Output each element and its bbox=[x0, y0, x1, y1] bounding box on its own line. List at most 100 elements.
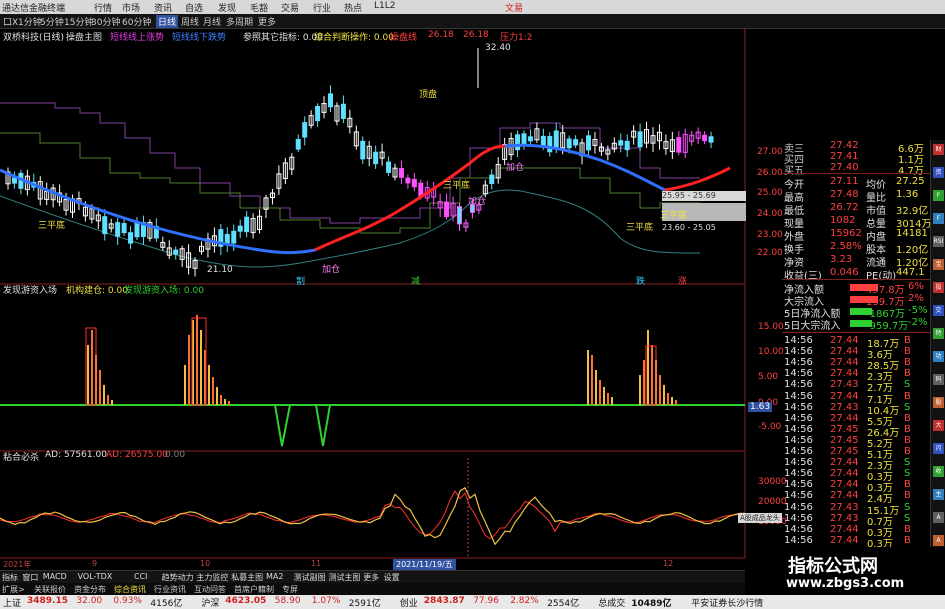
extension-tab[interactable]: 关联报价 bbox=[34, 584, 66, 595]
extension-tab[interactable]: 资金分布 bbox=[74, 584, 106, 595]
side-icon[interactable]: 收 bbox=[933, 466, 944, 477]
chart-canvas[interactable] bbox=[0, 28, 750, 570]
side-icon[interactable]: A bbox=[933, 535, 944, 546]
menu-item[interactable]: L1L2 bbox=[374, 1, 395, 11]
candle-body bbox=[527, 136, 533, 142]
tab-month[interactable]: 月线 bbox=[203, 15, 221, 28]
stock-title: 双桥科技(日线) bbox=[3, 33, 65, 43]
side-icon[interactable]: 交 bbox=[933, 305, 944, 316]
tab-multi[interactable]: 多周期 bbox=[226, 15, 253, 28]
main-legend: 双桥科技(日线) 操盘主图 短线线上涨势 短线线下跌势 参照其它指标: 0.00… bbox=[0, 30, 745, 43]
menu-item[interactable]: 发现 bbox=[218, 1, 236, 14]
tab-30min[interactable]: 30分钟 bbox=[91, 15, 120, 28]
legend-item[interactable]: 发现游资入场 bbox=[3, 283, 57, 296]
period-tabs: 口X 1分钟 5分钟 15分钟 30分钟 60分钟 日线 周线 月线 多周期 更… bbox=[0, 14, 945, 29]
divider bbox=[782, 173, 930, 174]
side-icon[interactable]: F bbox=[933, 190, 944, 201]
tab-60min[interactable]: 60分钟 bbox=[122, 15, 151, 28]
side-icon[interactable]: 宝 bbox=[933, 259, 944, 270]
candle-body bbox=[360, 140, 366, 160]
signal-label: 加仓 bbox=[322, 265, 341, 275]
menu-item[interactable]: 市场 bbox=[122, 1, 140, 14]
candle-body bbox=[515, 134, 521, 151]
side-icon-bar: 财资FFRSI宝投交特功码股大闪收主AAA bbox=[930, 140, 945, 580]
side-icon[interactable]: 资 bbox=[933, 167, 944, 178]
indicator-name[interactable]: 操盘主图 bbox=[66, 30, 102, 43]
x-label: 11 bbox=[311, 559, 322, 568]
indicator-tab[interactable]: VOL-TDX bbox=[78, 572, 113, 581]
side-icon[interactable]: 股 bbox=[933, 397, 944, 408]
indicator-tab[interactable]: 窗口 bbox=[22, 572, 38, 583]
tab-1min[interactable]: 1分钟 bbox=[18, 15, 42, 28]
side-icon[interactable]: 码 bbox=[933, 374, 944, 385]
candle-body bbox=[340, 103, 346, 119]
menu-item[interactable]: 行业 bbox=[313, 1, 331, 14]
candle-body bbox=[411, 178, 417, 188]
indicator-tab[interactable]: 私募主图 bbox=[231, 572, 263, 583]
side-icon[interactable]: 大 bbox=[933, 420, 944, 431]
tab-week[interactable]: 周线 bbox=[181, 15, 199, 28]
candle-body bbox=[521, 133, 527, 145]
indicator-tab[interactable]: CCI bbox=[134, 572, 148, 581]
menu-item[interactable]: 行情 bbox=[94, 1, 112, 14]
side-icon[interactable]: A bbox=[933, 512, 944, 523]
status-item: 1.07% bbox=[311, 596, 341, 606]
side-icon[interactable]: 功 bbox=[933, 351, 944, 362]
status-item: 总成交 bbox=[598, 599, 626, 609]
sub1-legend: 发现游资入场 机构建仓: 0.00 发现游资入场: 0.00 bbox=[0, 283, 745, 296]
status-item: 创业 bbox=[399, 599, 418, 609]
watermark-title: 指标公式网 bbox=[788, 556, 878, 577]
extension-tab[interactable]: 专屏 bbox=[282, 584, 298, 595]
side-icon[interactable]: 财 bbox=[933, 144, 944, 155]
indicator-tab[interactable]: 主力监控 bbox=[196, 572, 228, 583]
indicator-tab[interactable]: 设置 bbox=[384, 572, 400, 583]
menu-item[interactable]: 自选 bbox=[185, 1, 203, 14]
status-item: 0.93% bbox=[113, 596, 142, 606]
extension-tab[interactable]: 行业资讯 bbox=[154, 584, 186, 595]
status-item: 沪深 bbox=[201, 599, 220, 609]
candle-body bbox=[489, 174, 495, 184]
high-price-label: 32.40 bbox=[485, 43, 511, 53]
menu-item[interactable]: 文易 bbox=[505, 1, 523, 14]
indicator-tab[interactable]: MA2 bbox=[266, 572, 283, 581]
tab-day[interactable]: 日线 bbox=[156, 15, 179, 28]
extension-tab[interactable]: 扩展> bbox=[2, 584, 25, 595]
indicator-tab[interactable]: MACD bbox=[43, 572, 67, 581]
tab-more[interactable]: 更多 bbox=[258, 15, 276, 28]
candle-body bbox=[444, 201, 450, 218]
flow-row: 5日大宗流入 -959.7万 -2% bbox=[784, 317, 928, 332]
candle-body bbox=[566, 138, 572, 149]
menu-item[interactable]: 交易 bbox=[281, 1, 299, 14]
menu-item[interactable]: 毛豁 bbox=[250, 1, 268, 14]
indicator-tab[interactable]: 测试副图 bbox=[294, 572, 326, 583]
low-price-label: 21.10 bbox=[207, 265, 233, 275]
side-icon[interactable]: 主 bbox=[933, 489, 944, 500]
indicator-tab[interactable]: 指标 bbox=[2, 572, 18, 583]
side-icon[interactable]: F bbox=[933, 213, 944, 224]
legend-item[interactable]: 粘合必杀 bbox=[3, 450, 39, 463]
app-title: 通达信金融终端 bbox=[2, 4, 66, 14]
toolbar-icon[interactable]: 口X bbox=[3, 15, 18, 28]
indicator-tab[interactable]: 趋势动力 bbox=[162, 572, 194, 583]
side-icon[interactable]: 投 bbox=[933, 282, 944, 293]
tab-5min[interactable]: 5分钟 bbox=[40, 15, 64, 28]
extension-tab[interactable]: 首席户籍制 bbox=[234, 584, 274, 595]
indicator-tab[interactable]: 更多 bbox=[363, 572, 379, 583]
extension-tab[interactable]: 综合资讯 bbox=[114, 584, 146, 595]
status-item: 2591亿 bbox=[348, 599, 381, 609]
x-label: 9 bbox=[92, 559, 98, 568]
side-icon[interactable]: 闪 bbox=[933, 443, 944, 454]
tab-15min[interactable]: 15分钟 bbox=[64, 15, 93, 28]
extension-tab[interactable]: 互动问答 bbox=[194, 584, 226, 595]
candle-body bbox=[231, 230, 237, 244]
menu-item[interactable]: 热点 bbox=[344, 1, 362, 14]
side-icon[interactable]: RSI bbox=[933, 236, 944, 247]
menu-item[interactable]: 资讯 bbox=[154, 1, 172, 14]
side-icon[interactable]: 特 bbox=[933, 328, 944, 339]
candle-body bbox=[624, 140, 630, 151]
candle-body bbox=[618, 140, 624, 146]
legend-value: 26.18 bbox=[463, 30, 489, 40]
price-range: 23.60 - 25.05 bbox=[662, 223, 716, 232]
legend-item: AD: 26575.00 bbox=[106, 450, 168, 460]
indicator-tab[interactable]: 测试主图 bbox=[328, 572, 360, 583]
